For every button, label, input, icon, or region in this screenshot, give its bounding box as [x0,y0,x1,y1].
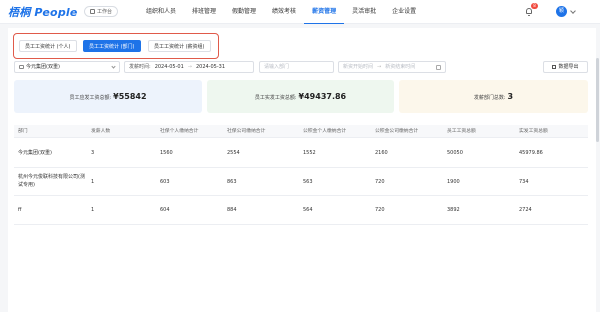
organization-select[interactable]: 今元集团(双重) [14,61,120,73]
table-row[interactable]: ff 1 604 884 564 720 3892 2724 [14,196,588,225]
cell-hf-personal: 564 [303,207,313,213]
stat-department-count: 发薪部门总数: 3 [399,80,588,113]
pay-date-range-picker[interactable]: 发薪时间: 2024-05-01 → 2024-05-31 [124,61,254,73]
stat-value: ¥49437.86 [298,92,347,101]
payroll-statistics-panel: 员工工资统计 (个人) 员工工资统计 (部门) 员工工资统计 (薪资组) 今元集… [8,28,596,312]
col-header-ss-personal[interactable]: 社保个人缴纳合计 [160,128,198,136]
col-header-salary-total[interactable]: 员工工资总额 [447,128,476,136]
cell-salary-total: 3892 [447,207,460,213]
workbench-icon [90,9,95,14]
chevron-down-icon [111,64,116,69]
col-header-net-total[interactable]: 实发工资总额 [519,128,548,136]
cell-ss-company: 863 [227,179,237,185]
export-label: 数据导出 [558,64,579,70]
nav-item-approval[interactable]: 灵活审批 [344,0,384,24]
nav-item-enterprise-settings[interactable]: 企业设置 [384,0,424,24]
cell-hf-personal: 563 [303,179,313,185]
pay-date-start[interactable]: 2024-05-01 [155,64,184,70]
notification-badge: 8 [531,3,538,9]
app-logo[interactable]: 梧桐 People [8,4,78,20]
cell-department: 杭州今元俊联科技有限公司(测试专用) [18,174,85,188]
stat-label: 员工实发工资总额: [254,95,297,101]
organization-icon [19,64,24,69]
period-start-placeholder[interactable]: 新资开始时间 [343,64,373,70]
range-arrow: → [187,64,192,70]
export-icon [552,64,557,69]
nav-item-leave-attendance[interactable]: 假勤管理 [224,0,264,24]
tab-department-salary[interactable]: 员工工资统计 (部门) [83,40,141,52]
department-input[interactable]: 请输入部门 [259,61,334,73]
cell-ss-personal: 603 [160,179,170,185]
tab-salary-group[interactable]: 员工工资统计 (薪资组) [148,40,211,52]
stat-value: 3 [507,92,514,101]
user-avatar[interactable]: 颖 [556,6,567,17]
nav-item-performance[interactable]: 绩效考核 [264,0,304,24]
pay-date-end[interactable]: 2024-05-31 [196,64,225,70]
cell-salary-total: 50050 [447,150,463,156]
workbench-label: 工作台 [97,9,113,15]
cell-headcount: 3 [91,150,95,156]
cell-hf-company: 2160 [375,150,388,156]
cell-ss-company: 884 [227,207,237,213]
department-placeholder: 请输入部门 [264,64,290,70]
cell-ss-company: 2554 [227,150,240,156]
col-header-hf-personal[interactable]: 公积金个人缴纳合计 [303,128,346,136]
stat-label: 员工应发工资总额: [69,95,112,101]
cell-salary-total: 1900 [447,179,460,185]
col-header-department[interactable]: 部门 [18,128,28,136]
period-end-placeholder[interactable]: 新资结束时间 [385,64,415,70]
salary-period-range-picker[interactable]: 新资开始时间 → 新资结束时间 [338,61,446,73]
stat-actual-total: 员工实发工资总额: ¥49437.86 [207,80,394,113]
cell-hf-company: 720 [375,207,385,213]
cell-hf-company: 720 [375,179,385,185]
cell-department: ff [18,207,22,213]
table-row[interactable]: 杭州今元俊联科技有限公司(测试专用) 1 603 863 563 720 190… [14,168,588,196]
col-header-headcount[interactable]: 发薪人数 [91,128,110,136]
chevron-down-icon[interactable] [570,8,576,14]
vertical-scrollbar[interactable] [596,58,599,142]
stat-payable-total: 员工应发工资总额: ¥55842 [14,80,202,113]
calendar-icon [436,65,441,70]
nav-item-org-people[interactable]: 组织和人员 [138,0,184,24]
pay-date-label: 发薪时间: [129,64,151,70]
col-header-ss-company[interactable]: 社保公司缴纳合计 [227,128,265,136]
cell-net-total: 45979.86 [519,150,543,156]
export-button[interactable]: 数据导出 [543,61,588,73]
cell-hf-personal: 1552 [303,150,316,156]
workbench-button[interactable]: 工作台 [84,6,119,17]
cell-ss-personal: 1560 [160,150,173,156]
top-navigation-bar: 梧桐 People 工作台 组织和人员 排班管理 假勤管理 绩效考核 薪资管理 … [0,0,600,24]
cell-ss-personal: 604 [160,207,170,213]
col-header-hf-company[interactable]: 公积金公司缴纳合计 [375,128,418,136]
cell-net-total: 734 [519,179,529,185]
salary-table: 部门 发薪人数 社保个人缴纳合计 社保公司缴纳合计 公积金个人缴纳合计 公积金公… [14,125,588,225]
cell-headcount: 1 [91,207,95,213]
nav-item-payroll[interactable]: 薪资管理 [304,0,345,24]
tab-group-highlight: 员工工资统计 (个人) 员工工资统计 (部门) 员工工资统计 (薪资组) [13,33,219,59]
main-nav: 组织和人员 排班管理 假勤管理 绩效考核 薪资管理 灵活审批 企业设置 [138,0,424,24]
cell-net-total: 2724 [519,207,532,213]
cell-department: 今元集团(双重) [18,150,52,156]
organization-value: 今元集团(双重) [26,64,60,70]
stat-label: 发薪部门总数: [473,95,506,101]
cell-headcount: 1 [91,179,95,185]
table-header: 部门 发薪人数 社保个人缴纳合计 社保公司缴纳合计 公积金个人缴纳合计 公积金公… [14,125,588,138]
nav-item-scheduling[interactable]: 排班管理 [184,0,224,24]
stat-value: ¥55842 [113,92,147,101]
range-arrow: → [377,64,382,70]
tab-personal-salary[interactable]: 员工工资统计 (个人) [19,40,77,52]
table-row[interactable]: 今元集团(双重) 3 1560 2554 1552 2160 50050 459… [14,138,588,168]
